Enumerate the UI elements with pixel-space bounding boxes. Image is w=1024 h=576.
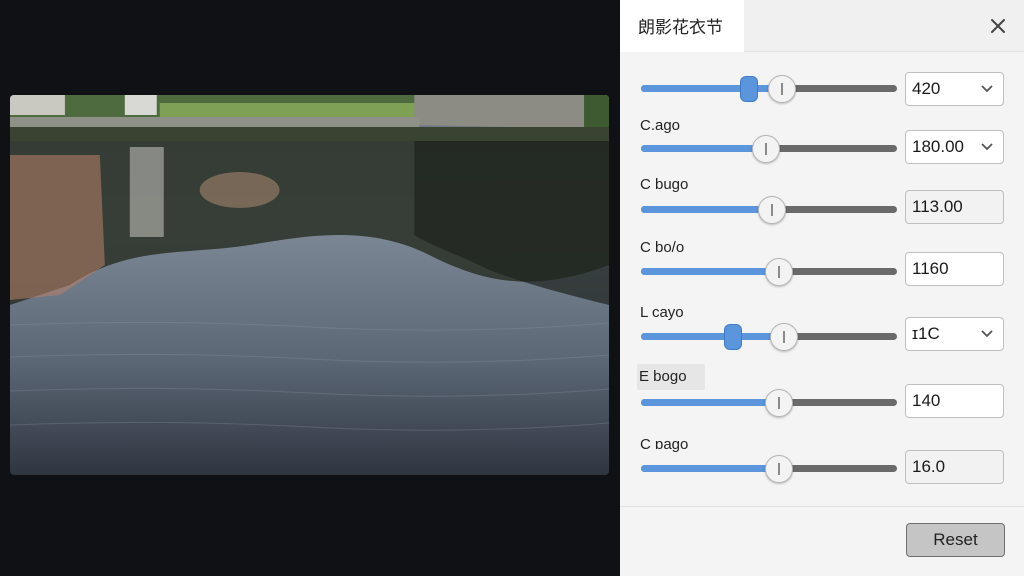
slider-thumb[interactable]: [770, 323, 799, 351]
value-dropdown-1[interactable]: 420: [905, 72, 1004, 106]
value-text: 16.0: [912, 457, 946, 476]
slider-thumb[interactable]: [765, 455, 794, 483]
value-field-7: 16.0: [905, 450, 1004, 484]
slider-thumb[interactable]: [765, 258, 794, 286]
slider-fill: [641, 145, 767, 152]
slider-4[interactable]: [641, 258, 897, 286]
chevron-down-icon: [981, 330, 993, 338]
slider-fill: [641, 399, 780, 406]
slider-thumb[interactable]: [767, 75, 796, 103]
panel-title: 朗影花衣节: [620, 0, 744, 52]
slider-6[interactable]: [641, 389, 897, 417]
slider-fill: [641, 465, 780, 472]
slider-fill: [641, 206, 772, 213]
value-field-3: 113.00: [905, 190, 1004, 224]
slider-fill: [641, 268, 780, 275]
value-text: 140: [912, 391, 941, 410]
value-text: 1160: [912, 259, 949, 278]
slider-thumb[interactable]: [757, 196, 786, 224]
value-input-4[interactable]: 1160: [905, 252, 1004, 286]
photo-preview: [10, 95, 609, 475]
slider-fill: [641, 85, 782, 92]
value-input-6[interactable]: 140: [905, 384, 1004, 418]
slider-3[interactable]: [641, 196, 897, 224]
value-text: ɪ1C: [912, 324, 940, 343]
row-label-6: E bogo: [637, 364, 705, 390]
panel-header: 朗影花衣节: [620, 0, 1024, 52]
value-dropdown-5[interactable]: ɪ1C: [905, 317, 1004, 351]
slider-fill: [641, 333, 785, 340]
reset-button[interactable]: Reset: [906, 523, 1005, 557]
slider-5[interactable]: [641, 323, 897, 351]
chevron-down-icon: [981, 143, 993, 151]
slider-2[interactable]: [641, 135, 897, 163]
image-viewer: [0, 0, 620, 576]
slider-1[interactable]: [641, 75, 897, 103]
row-label-3: C bugo: [640, 176, 689, 193]
value-text: 180.00: [912, 137, 964, 156]
slider-marker[interactable]: [739, 76, 758, 102]
close-icon: [991, 19, 1005, 33]
lake-photo: [10, 95, 609, 475]
slider-7[interactable]: [641, 455, 897, 483]
chevron-down-icon: [981, 85, 993, 93]
adjustment-panel: 朗影花衣节 420 C.ago 180.00 C bugo 113.00 C b…: [620, 0, 1024, 576]
slider-thumb[interactable]: [752, 135, 781, 163]
value-text: 113.00: [912, 197, 963, 216]
value-dropdown-2[interactable]: 180.00: [905, 130, 1004, 164]
value-text: 420: [912, 79, 941, 98]
slider-thumb[interactable]: [765, 389, 794, 417]
slider-marker[interactable]: [724, 324, 743, 350]
footer-divider: [620, 506, 1024, 507]
close-button[interactable]: [986, 14, 1010, 38]
